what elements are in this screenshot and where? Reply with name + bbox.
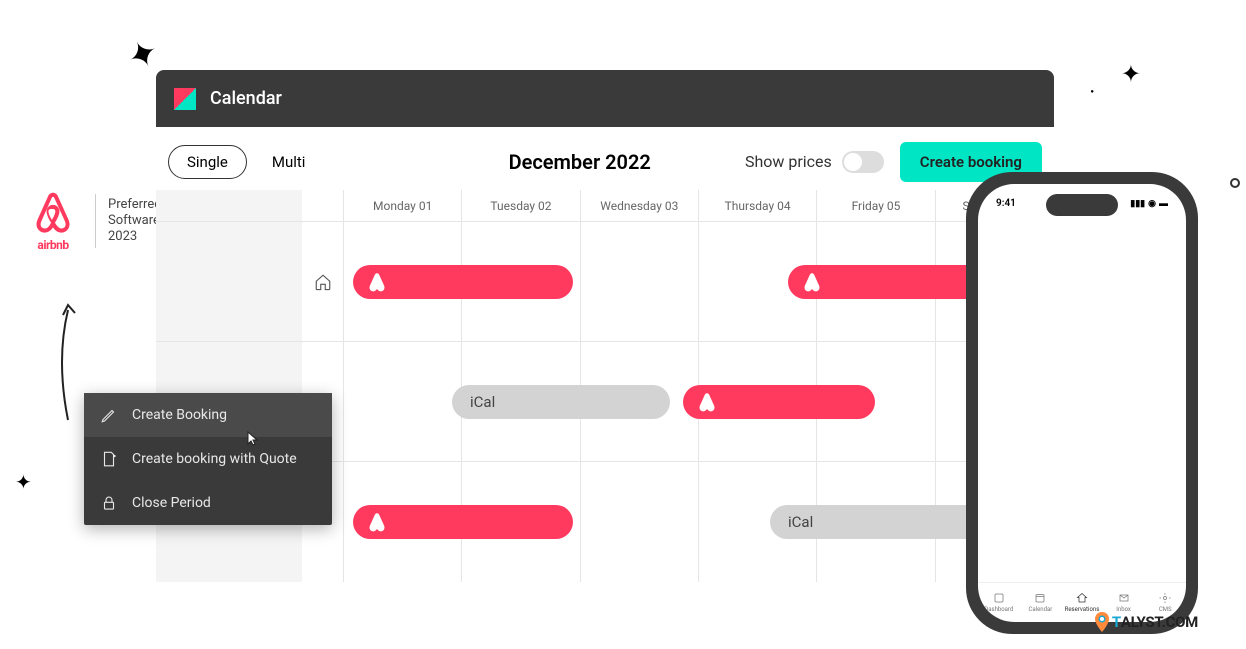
view-toggle-group: Single Multi [168,145,324,179]
watermark-logo: TALYST.COM [1090,610,1198,634]
day-header: Wednesday 03 [581,190,699,221]
lock-icon [100,494,118,512]
day-header: Thursday 04 [699,190,817,221]
phone-mockup: 9:41 ▮▮▮ ◉ ▬ Dashboard Calendar Reservat… [966,172,1198,634]
app-title: Calendar [210,88,282,109]
view-single-button[interactable]: Single [168,145,247,179]
phone-time: 9:41 [996,198,1016,209]
document-plus-icon [100,450,118,468]
month-label: December 2022 [419,150,651,174]
signal-icon: ▮▮▮ [1130,199,1145,209]
phone-status-icons: ▮▮▮ ◉ ▬ [1130,198,1168,209]
property-row[interactable] [156,222,1054,342]
calendar-cell[interactable] [581,462,699,582]
show-prices-control: Show prices [745,151,884,173]
phone-screen: 9:41 ▮▮▮ ◉ ▬ Dashboard Calendar Reservat… [978,184,1186,622]
context-menu: Create Booking Create booking with Quote… [84,393,332,525]
dot-decoration: ● [1090,88,1094,95]
cursor-pointer-icon [244,430,262,448]
booking-bar-airbnb[interactable] [353,265,573,299]
day-header: Tuesday 02 [462,190,580,221]
sparkle-decoration: ✦ [15,470,32,494]
show-prices-label: Show prices [745,152,832,171]
ctx-close-period[interactable]: Close Period [84,481,332,525]
divider [95,194,96,248]
nav-dashboard[interactable]: Dashboard [978,583,1020,622]
booking-bar-airbnb[interactable] [353,505,573,539]
day-header: Monday 01 [344,190,462,221]
pin-icon [1090,610,1114,634]
calendar-cell[interactable] [344,342,462,461]
phone-notch [1046,194,1118,216]
calendar-toolbar: Single Multi December 2022 Show prices C… [156,139,1054,184]
battery-icon: ▬ [1159,198,1168,209]
app-header: Calendar [156,70,1054,127]
app-logo-icon [174,88,196,110]
airbnb-wordmark: airbnb [23,238,83,252]
icon-header-cell [302,190,344,221]
circle-decoration [1230,178,1240,188]
property-name [156,222,302,341]
pencil-icon [100,406,118,424]
property-home-icon [302,222,344,341]
view-multi-button[interactable]: Multi [253,145,325,179]
booking-bar-airbnb[interactable] [683,385,875,419]
arrow-decoration [48,300,88,430]
ctx-create-booking[interactable]: Create Booking [84,393,332,437]
airbnb-logo: airbnb [23,190,83,252]
ctx-create-booking-quote[interactable]: Create booking with Quote [84,437,332,481]
day-header: Friday 05 [817,190,935,221]
wifi-icon: ◉ [1148,199,1156,209]
sparkle-decoration: ✦ [1121,60,1141,88]
nav-calendar[interactable]: Calendar [1020,583,1062,622]
property-header-cell [156,190,302,221]
booking-bar-ical[interactable]: iCal [452,385,670,419]
calendar-cell[interactable] [581,222,699,341]
calendar-header-row: Monday 01 Tuesday 02 Wednesday 03 Thursd… [156,190,1054,222]
show-prices-toggle[interactable] [842,151,884,173]
